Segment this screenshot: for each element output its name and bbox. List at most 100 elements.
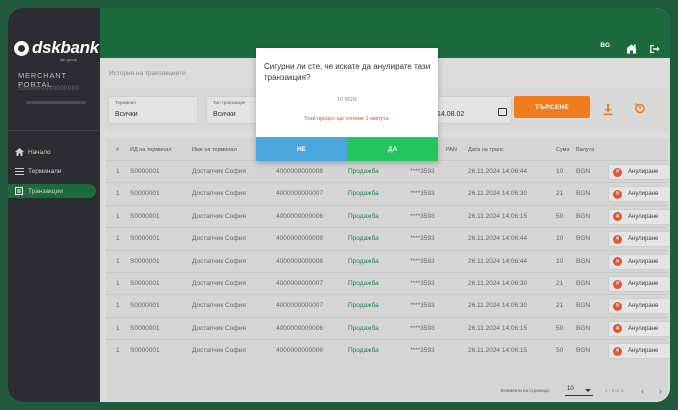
brand-sub: otp group	[60, 57, 77, 62]
row-terminal-id: S0000001	[130, 302, 160, 310]
row-terminal-name: Достапчик София	[192, 324, 246, 332]
row-type: Продажба	[348, 302, 379, 310]
row-auth-code: 4000000000007	[276, 280, 323, 287]
col-currency: Валута	[576, 147, 595, 153]
row-terminal-id: S0000001	[130, 280, 160, 287]
cancel-icon: ×	[613, 234, 622, 244]
cancel-transaction-button[interactable]: × Анулиране	[608, 231, 670, 248]
cancel-transaction-button[interactable]: × Анулиране	[608, 186, 670, 203]
cancel-transaction-button[interactable]: × Анулиране	[608, 208, 670, 225]
row-terminal-name: Достапчик София	[192, 302, 246, 310]
language-switch[interactable]: BG	[600, 42, 610, 49]
row-amount: 50	[556, 212, 564, 220]
row-currency: BGN	[576, 190, 591, 198]
cancel-transaction-button[interactable]: × Анулиране	[608, 276, 670, 292]
row-index: 1	[116, 347, 120, 355]
row-terminal-name: Достапчик София	[192, 168, 246, 175]
cancel-button-label: Анулиране	[628, 281, 659, 287]
page-range: 1 - 2 от 3	[605, 388, 624, 393]
row-type: Продажба	[348, 347, 379, 355]
date-to-value: 14.08.02	[437, 111, 465, 118]
row-type: Продажба	[348, 168, 379, 175]
cancel-icon: ×	[613, 301, 622, 311]
col-date: Дата на транс	[468, 147, 504, 153]
transaction-type-label: Тип транзакция	[213, 100, 246, 105]
download-icon[interactable]	[603, 102, 613, 120]
dialog-warning: Този процес ще отнеме 1 минута.	[304, 116, 390, 122]
logout-icon[interactable]	[649, 41, 660, 59]
col-amount: Сума	[556, 147, 570, 153]
sidebar-item-terminals[interactable]: Терминали	[8, 164, 100, 178]
table-row: 1 S0000001 Достапчик София 4000000000008 Про…	[106, 160, 670, 182]
app-window: dskbank otp group MERCHANT PORTAL 500000…	[8, 8, 670, 402]
sidebar: dskbank otp group MERCHANT PORTAL 500000…	[8, 8, 100, 402]
sidebar-item-home[interactable]: Начало	[8, 145, 100, 159]
table-row: 1 S0000001 Достапчик София 4000000000007 Про…	[106, 182, 670, 204]
row-currency: BGN	[576, 168, 591, 175]
row-amount: 21	[556, 302, 564, 310]
row-index: 1	[116, 235, 120, 243]
cancel-button-label: Анулиране	[628, 348, 659, 355]
cancel-button-label: Анулиране	[628, 325, 659, 332]
search-button[interactable]: ТЪРСЕНЕ	[514, 96, 590, 118]
row-terminal-id: S0000001	[130, 257, 160, 265]
sidebar-item-transactions[interactable]: Транзакции	[8, 184, 96, 198]
row-auth-code: 4000000000007	[276, 190, 323, 198]
reset-filter-icon[interactable]	[634, 101, 646, 119]
prev-page-icon[interactable]: ‹	[641, 386, 644, 396]
row-terminal-id: S0000001	[130, 190, 160, 198]
terminal-select-value: Всички	[115, 111, 138, 118]
sidebar-item-label: Терминали	[28, 167, 62, 175]
row-auth-code: 4000000000008	[276, 235, 323, 243]
terminal-select[interactable]: Терминал Всички	[108, 96, 198, 124]
terminal-select-label: Терминал	[115, 100, 136, 105]
merchant-id: 5000000000000000	[18, 86, 80, 92]
row-type: Продажба	[348, 190, 379, 198]
table-row: 1 S0000001 Достапчик София 4000000000006 Про…	[106, 316, 670, 339]
cancel-transaction-button[interactable]: × Анулиране	[608, 253, 670, 270]
col-terminal-name: Име на терминал	[192, 147, 237, 153]
row-terminal-id: S0000001	[130, 347, 160, 355]
row-amount: 10	[556, 168, 564, 175]
row-date: 26.11.2024 14:06:15	[468, 324, 528, 332]
row-auth-code: 4000000000008	[276, 257, 323, 265]
date-to-field[interactable]: 14.08.02	[432, 96, 512, 124]
dialog-no-button[interactable]: НЕ	[256, 137, 347, 161]
row-index: 1	[116, 168, 120, 175]
row-terminal-id: S0000001	[130, 235, 160, 243]
dialog-amount: 10 BGN	[337, 97, 357, 103]
row-type: Продажба	[348, 324, 379, 332]
row-index: 1	[116, 190, 120, 198]
row-pan: ****3593	[410, 302, 435, 310]
next-page-icon[interactable]: ›	[659, 386, 662, 396]
page-size-value: 10	[567, 386, 574, 392]
transaction-type-value: Всички	[213, 111, 236, 118]
row-terminal-id: S0000001	[130, 212, 160, 220]
cancel-transaction-button[interactable]: × Анулиране	[608, 164, 670, 180]
cancel-transaction-button[interactable]: × Анулиране	[608, 298, 670, 315]
row-pan: ****3593	[410, 235, 435, 243]
row-date: 26.11.2024 14:06:30	[468, 302, 528, 310]
row-type: Продажба	[348, 235, 379, 243]
cancel-transaction-button[interactable]: × Анулиране	[608, 320, 670, 337]
dialog-yes-button[interactable]: ДА	[347, 137, 438, 161]
row-amount: 50	[556, 347, 564, 355]
row-currency: BGN	[576, 280, 591, 287]
row-terminal-id: S0000001	[130, 324, 160, 332]
page-size-select[interactable]: 10	[565, 384, 593, 396]
calendar-icon[interactable]	[498, 108, 507, 116]
row-amount: 21	[556, 190, 564, 198]
row-auth-code: 4000000000006	[276, 212, 323, 220]
cancel-button-label: Анулиране	[628, 258, 659, 265]
row-amount: 50	[556, 324, 564, 332]
cancel-transaction-button[interactable]: × Анулиране	[608, 343, 670, 360]
home-shortcut-icon[interactable]	[626, 41, 637, 59]
row-type: Продажба	[348, 212, 379, 220]
row-currency: BGN	[576, 347, 591, 355]
row-terminal-name: Достапчик София	[192, 190, 246, 198]
row-date: 26.11.2024 14:06:30	[468, 190, 528, 198]
row-terminal-id: S0000001	[130, 168, 160, 175]
row-pan: ****3593	[410, 168, 435, 175]
list-icon	[14, 167, 24, 175]
row-terminal-name: Достапчик София	[192, 212, 246, 220]
